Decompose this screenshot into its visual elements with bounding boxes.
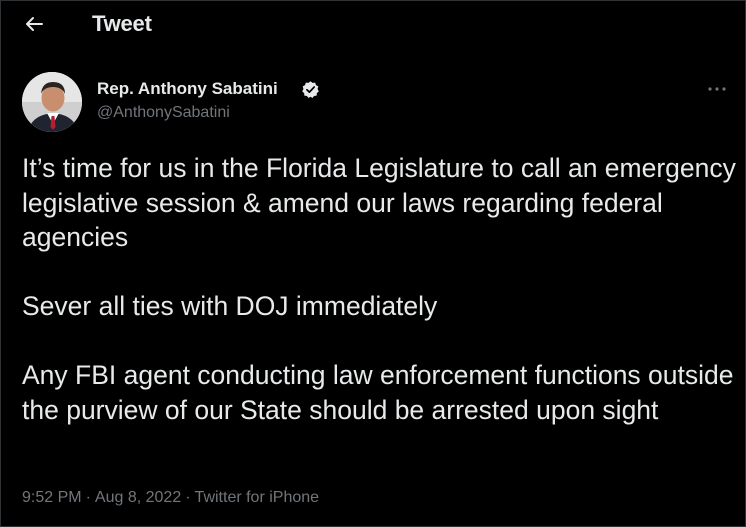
tweet-paragraph: Sever all ties with DOJ immediately xyxy=(22,291,438,321)
tweet-text: It’s time for us in the Florida Legislat… xyxy=(22,151,737,427)
tweet-date[interactable]: Aug 8, 2022 xyxy=(95,489,181,506)
tweet-page: Tweet Rep. Anthony Sabatini @AnthonySaba… xyxy=(0,0,746,527)
profile-avatar xyxy=(22,72,82,132)
verified-badge-icon xyxy=(301,80,320,99)
back-arrow-icon xyxy=(26,17,43,31)
tweet-paragraph: It’s time for us in the Florida Legislat… xyxy=(22,153,736,252)
meta-separator: · xyxy=(185,489,191,506)
tweet-metadata: 9:52 PM · Aug 8, 2022 · Twitter for iPhone xyxy=(22,489,319,507)
more-options-button[interactable] xyxy=(704,79,730,99)
page-title: Tweet xyxy=(92,11,152,36)
author-display-name[interactable]: Rep. Anthony Sabatini xyxy=(97,79,278,99)
author-handle[interactable]: @AnthonySabatini xyxy=(97,104,230,122)
tweet-time[interactable]: 9:52 PM xyxy=(22,489,82,506)
header-bar: Tweet xyxy=(1,1,746,47)
back-button[interactable] xyxy=(17,7,51,41)
avatar[interactable] xyxy=(22,72,82,132)
more-options-icon xyxy=(708,87,726,91)
meta-separator: · xyxy=(85,489,91,506)
tweet-source[interactable]: Twitter for iPhone xyxy=(195,489,320,506)
tweet-paragraph: Any FBI agent conducting law enforcement… xyxy=(22,360,734,425)
